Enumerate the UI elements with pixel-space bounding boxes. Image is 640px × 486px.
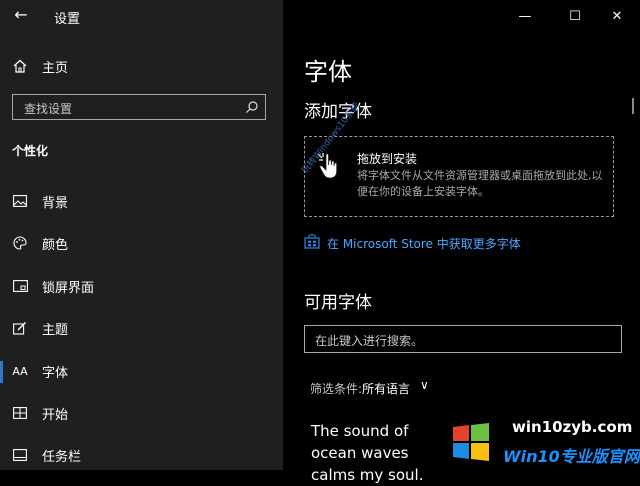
back-button[interactable]: ← xyxy=(12,6,30,24)
sidebar-item-label: 开始 xyxy=(42,407,69,423)
drop-zone-description: 将字体文件从文件资源管理器或桌面拖放到此处,以便在你的设备上安装字体。 xyxy=(357,169,603,198)
sidebar-item-label: 任务栏 xyxy=(42,449,82,465)
sidebar-item-home[interactable]: 主页 xyxy=(0,48,283,84)
search-icon[interactable] xyxy=(245,99,259,113)
scrollbar-thumb[interactable] xyxy=(632,98,634,114)
start-icon xyxy=(12,405,28,421)
maximize-button[interactable]: ☐ xyxy=(552,0,598,32)
sidebar-item-label: 锁屏界面 xyxy=(42,280,95,296)
brand-url: win10zyb.com xyxy=(512,418,633,436)
sidebar-item-fonts[interactable]: AA 字体 xyxy=(0,353,283,389)
page-title: 字体 xyxy=(304,58,352,86)
available-fonts-heading: 可用字体 xyxy=(304,293,372,313)
home-icon xyxy=(12,58,28,74)
language-filter-dropdown[interactable]: 所有语言 xyxy=(362,380,410,397)
sidebar-item-start[interactable]: 开始 xyxy=(0,395,283,431)
font-sample-preview[interactable]: The sound of ocean waves calms my soul. xyxy=(311,420,441,486)
sidebar-item-label: 主页 xyxy=(42,60,69,76)
section-heading: 个性化 xyxy=(12,144,49,158)
palette-icon xyxy=(12,235,28,251)
font-search-placeholder: 在此键入进行搜索。 xyxy=(315,334,424,348)
brand-name: Win10专业版官网 xyxy=(503,447,640,466)
search-placeholder: 查找设置 xyxy=(24,102,73,116)
sidebar: ← 设置 主页 查找设置 个性化 背景 颜色 锁屏界面 主题 AA 字体 开始 … xyxy=(0,0,283,470)
sidebar-item-label: 颜色 xyxy=(42,237,69,253)
close-button[interactable]: ✕ xyxy=(594,0,640,32)
filter-label: 筛选条件: xyxy=(310,382,363,396)
app-title: 设置 xyxy=(54,12,81,27)
minimize-button[interactable]: — xyxy=(502,0,548,32)
search-input[interactable]: 查找设置 xyxy=(12,94,266,120)
chevron-down-icon[interactable]: ∨ xyxy=(420,378,429,392)
lock-screen-icon xyxy=(12,278,28,294)
font-search-input[interactable]: 在此键入进行搜索。 xyxy=(304,325,622,353)
sidebar-item-label: 字体 xyxy=(42,365,69,381)
sidebar-item-themes[interactable]: 主题 xyxy=(0,310,283,346)
image-icon xyxy=(12,193,28,209)
taskbar-icon xyxy=(12,447,28,463)
microsoft-store-link[interactable]: 在 Microsoft Store 中获取更多字体 xyxy=(327,235,521,252)
sidebar-item-label: 主题 xyxy=(42,322,69,338)
sidebar-item-colors[interactable]: 颜色 xyxy=(0,225,283,261)
store-bag-icon[interactable] xyxy=(304,233,320,249)
sidebar-item-background[interactable]: 背景 xyxy=(0,183,283,219)
sidebar-item-taskbar[interactable]: 任务栏 xyxy=(0,437,283,473)
sidebar-item-label: 背景 xyxy=(42,195,69,211)
drop-zone-title: 拖放到安装 xyxy=(357,152,418,166)
theme-brush-icon xyxy=(12,320,28,336)
sidebar-item-lock-screen[interactable]: 锁屏界面 xyxy=(0,268,283,304)
font-icon: AA xyxy=(12,364,28,378)
